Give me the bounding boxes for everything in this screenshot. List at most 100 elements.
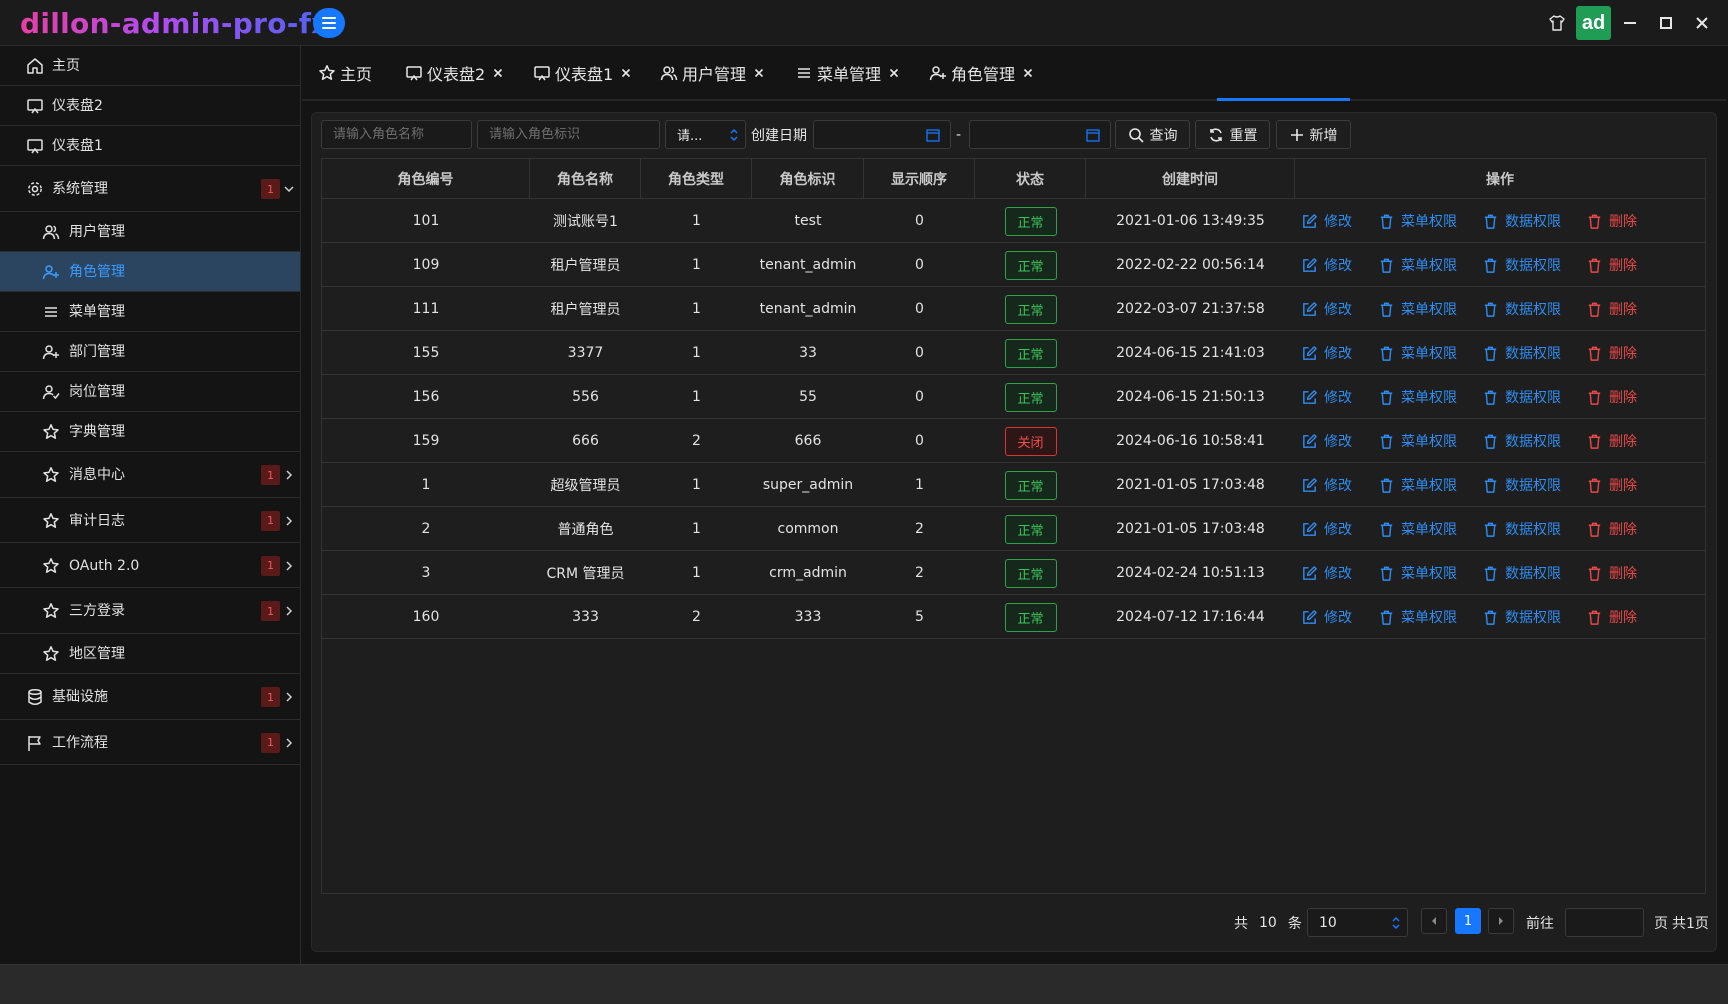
- data-permission-button[interactable]: 数据权限: [1482, 595, 1561, 639]
- menu-permission-button[interactable]: 菜单权限: [1378, 595, 1457, 639]
- next-page-button[interactable]: [1488, 908, 1514, 934]
- close-icon[interactable]: [889, 68, 899, 78]
- sidebar-item-7[interactable]: 部门管理: [0, 332, 300, 372]
- menu-permission-button[interactable]: 菜单权限: [1378, 331, 1457, 375]
- column-header[interactable]: 创建时间: [1086, 159, 1295, 199]
- menu-permission-button[interactable]: 菜单权限: [1378, 463, 1457, 507]
- role-key-input[interactable]: [489, 127, 659, 142]
- column-header[interactable]: 角色类型: [641, 159, 752, 199]
- date-end-input[interactable]: [969, 120, 1111, 149]
- data-permission-button[interactable]: 数据权限: [1482, 331, 1561, 375]
- data-permission-button[interactable]: 数据权限: [1482, 551, 1561, 595]
- data-permission-button[interactable]: 数据权限: [1482, 287, 1561, 331]
- close-icon[interactable]: [1023, 68, 1033, 78]
- data-permission-button[interactable]: 数据权限: [1482, 419, 1561, 463]
- edit-button[interactable]: 修改: [1301, 463, 1352, 507]
- avatar[interactable]: ad: [1576, 6, 1611, 40]
- delete-button[interactable]: 删除: [1586, 463, 1637, 507]
- column-header[interactable]: 角色编号: [322, 159, 530, 199]
- column-header[interactable]: 角色标识: [752, 159, 864, 199]
- minimize-button[interactable]: [1618, 0, 1642, 46]
- close-window-button[interactable]: [1690, 0, 1714, 46]
- column-header[interactable]: 操作: [1295, 159, 1705, 199]
- close-icon[interactable]: [754, 68, 764, 78]
- delete-button[interactable]: 删除: [1586, 551, 1637, 595]
- sidebar-item-11[interactable]: 审计日志 1: [0, 498, 300, 543]
- edit-button[interactable]: 修改: [1301, 507, 1352, 551]
- data-permission-button[interactable]: 数据权限: [1482, 375, 1561, 419]
- tab-1[interactable]: 仪表盘2: [405, 58, 503, 88]
- sidebar-item-4[interactable]: 用户管理: [0, 212, 300, 252]
- delete-button[interactable]: 删除: [1586, 287, 1637, 331]
- sidebar-item-5[interactable]: 角色管理: [0, 252, 300, 292]
- reset-button[interactable]: 重置: [1195, 120, 1270, 149]
- column-header[interactable]: 状态: [975, 159, 1086, 199]
- delete-button[interactable]: 删除: [1586, 375, 1637, 419]
- theme-button[interactable]: [1544, 0, 1570, 46]
- edit-button[interactable]: 修改: [1301, 199, 1352, 243]
- page-size-select[interactable]: 10: [1307, 908, 1408, 937]
- goto-page-input[interactable]: [1565, 908, 1644, 937]
- menu-permission-button[interactable]: 菜单权限: [1378, 375, 1457, 419]
- table-row[interactable]: 1 超级管理员 1 super_admin 1 正常 2021-01-05 17:03:4…: [322, 463, 1705, 507]
- edit-button[interactable]: 修改: [1301, 243, 1352, 287]
- data-permission-button[interactable]: 数据权限: [1482, 463, 1561, 507]
- sidebar-toggle-button[interactable]: [313, 8, 345, 38]
- table-row[interactable]: 109 租户管理员 1 tenant_admin 0 正常 2022-02-22 00:5…: [322, 243, 1705, 287]
- column-header[interactable]: 显示顺序: [864, 159, 975, 199]
- delete-button[interactable]: 删除: [1586, 331, 1637, 375]
- menu-permission-button[interactable]: 菜单权限: [1378, 507, 1457, 551]
- delete-button[interactable]: 删除: [1586, 199, 1637, 243]
- menu-permission-button[interactable]: 菜单权限: [1378, 199, 1457, 243]
- edit-button[interactable]: 修改: [1301, 419, 1352, 463]
- sidebar-item-10[interactable]: 消息中心 1: [0, 452, 300, 498]
- delete-button[interactable]: 删除: [1586, 419, 1637, 463]
- edit-button[interactable]: 修改: [1301, 287, 1352, 331]
- table-row[interactable]: 101 测试账号1 1 test 0 正常 2021-01-06 13:49:35 修改 菜单…: [322, 199, 1705, 243]
- sidebar-item-12[interactable]: OAuth 2.0 1: [0, 543, 300, 588]
- edit-button[interactable]: 修改: [1301, 595, 1352, 639]
- data-permission-button[interactable]: 数据权限: [1482, 199, 1561, 243]
- tab-3[interactable]: 用户管理: [660, 58, 764, 88]
- date-start-input[interactable]: [813, 120, 951, 149]
- table-row[interactable]: 160 333 2 333 5 正常 2024-07-12 17:16:44 修改 菜单权限 数…: [322, 595, 1705, 639]
- add-button[interactable]: 新增: [1276, 120, 1351, 149]
- tab-2[interactable]: 仪表盘1: [533, 58, 631, 88]
- sidebar-item-16[interactable]: 工作流程 1: [0, 720, 300, 765]
- sidebar-item-6[interactable]: 菜单管理: [0, 292, 300, 332]
- delete-button[interactable]: 删除: [1586, 595, 1637, 639]
- menu-permission-button[interactable]: 菜单权限: [1378, 419, 1457, 463]
- tab-5[interactable]: 角色管理: [929, 58, 1033, 88]
- menu-permission-button[interactable]: 菜单权限: [1378, 287, 1457, 331]
- data-permission-button[interactable]: 数据权限: [1482, 507, 1561, 551]
- edit-button[interactable]: 修改: [1301, 331, 1352, 375]
- role-name-input[interactable]: [333, 127, 471, 142]
- data-permission-button[interactable]: 数据权限: [1482, 243, 1561, 287]
- close-icon[interactable]: [621, 68, 631, 78]
- table-row[interactable]: 156 556 1 55 0 正常 2024-06-15 21:50:13 修改 菜单权限 数据…: [322, 375, 1705, 419]
- sidebar-item-9[interactable]: 字典管理: [0, 412, 300, 452]
- search-button[interactable]: 查询: [1115, 120, 1190, 149]
- close-icon[interactable]: [493, 68, 503, 78]
- maximize-button[interactable]: [1654, 0, 1678, 46]
- table-row[interactable]: 155 3377 1 33 0 正常 2024-06-15 21:41:03 修改 菜单权限 数…: [322, 331, 1705, 375]
- tab-0[interactable]: 主页: [318, 58, 372, 88]
- menu-permission-button[interactable]: 菜单权限: [1378, 243, 1457, 287]
- sidebar-item-14[interactable]: 地区管理: [0, 634, 300, 674]
- prev-page-button[interactable]: [1421, 908, 1447, 934]
- table-row[interactable]: 159 666 2 666 0 关闭 2024-06-16 10:58:41 修改 菜单权限 数…: [322, 419, 1705, 463]
- sidebar-item-13[interactable]: 三方登录 1: [0, 588, 300, 634]
- table-row[interactable]: 3 CRM 管理员 1 crm_admin 2 正常 2024-02-24 10:51:1…: [322, 551, 1705, 595]
- delete-button[interactable]: 删除: [1586, 243, 1637, 287]
- table-row[interactable]: 111 租户管理员 1 tenant_admin 0 正常 2022-03-07 21:3…: [322, 287, 1705, 331]
- sidebar-item-8[interactable]: 岗位管理: [0, 372, 300, 412]
- sidebar-item-2[interactable]: 仪表盘1: [0, 126, 300, 166]
- column-header[interactable]: 角色名称: [530, 159, 641, 199]
- delete-button[interactable]: 删除: [1586, 507, 1637, 551]
- sidebar-item-1[interactable]: 仪表盘2: [0, 86, 300, 126]
- table-row[interactable]: 2 普通角色 1 common 2 正常 2021-01-05 17:03:48 修改 菜单权…: [322, 507, 1705, 551]
- sidebar-item-3[interactable]: 系统管理 1: [0, 166, 300, 212]
- edit-button[interactable]: 修改: [1301, 375, 1352, 419]
- sidebar-item-0[interactable]: 主页: [0, 46, 300, 86]
- edit-button[interactable]: 修改: [1301, 551, 1352, 595]
